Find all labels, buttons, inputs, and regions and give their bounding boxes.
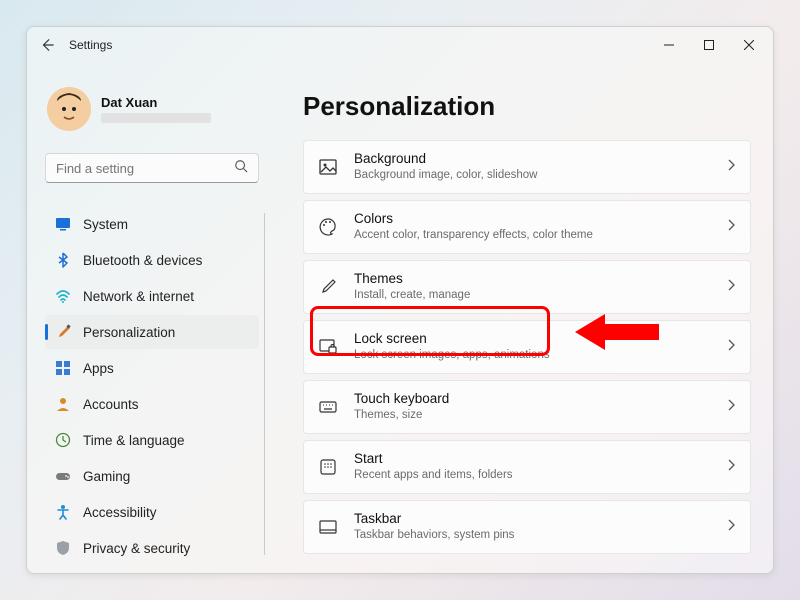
card-touchkeyboard[interactable]: Touch keyboard Themes, size (303, 380, 751, 434)
card-title: Touch keyboard (354, 391, 710, 408)
lockscreen-icon (318, 337, 338, 357)
card-title: Colors (354, 211, 710, 228)
chevron-right-icon (726, 218, 736, 236)
card-subtitle: Lock screen images, apps, animations (354, 348, 710, 362)
sidebar-item-system[interactable]: System (45, 207, 259, 241)
sidebar-item-label: Personalization (83, 325, 175, 340)
sidebar-item-bluetooth[interactable]: Bluetooth & devices (45, 243, 259, 277)
avatar (47, 87, 91, 131)
card-title: Start (354, 451, 710, 468)
sidebar: Dat Xuan System Bluetooth & devi (27, 63, 275, 573)
profile-email-redacted (101, 113, 211, 123)
minimize-button[interactable] (649, 29, 689, 61)
sidebar-item-time[interactable]: Time & language (45, 423, 259, 457)
sidebar-item-label: Privacy & security (83, 541, 190, 556)
search-box[interactable] (45, 153, 259, 183)
clock-globe-icon (55, 432, 71, 448)
card-colors[interactable]: Colors Accent color, transparency effect… (303, 200, 751, 254)
sidebar-item-accounts[interactable]: Accounts (45, 387, 259, 421)
window-title: Settings (69, 38, 112, 52)
card-themes[interactable]: Themes Install, create, manage (303, 260, 751, 314)
close-button[interactable] (729, 29, 769, 61)
accessibility-icon (55, 504, 71, 520)
chevron-right-icon (726, 158, 736, 176)
wifi-icon (55, 288, 71, 304)
card-lockscreen[interactable]: Lock screen Lock screen images, apps, an… (303, 320, 751, 374)
sidebar-item-label: Gaming (83, 469, 130, 484)
settings-window: Settings (26, 26, 774, 574)
sidebar-item-gaming[interactable]: Gaming (45, 459, 259, 493)
sidebar-item-label: Network & internet (83, 289, 194, 304)
start-icon (318, 457, 338, 477)
sidebar-item-label: Time & language (83, 433, 185, 448)
image-icon (318, 157, 338, 177)
person-icon (55, 396, 71, 412)
keyboard-icon (318, 397, 338, 417)
chevron-right-icon (726, 458, 736, 476)
back-button[interactable] (39, 37, 55, 53)
sidebar-item-apps[interactable]: Apps (45, 351, 259, 385)
search-input[interactable] (56, 161, 216, 176)
search-icon (234, 159, 248, 178)
cards-list: Background Background image, color, slid… (303, 140, 751, 554)
profile-block[interactable]: Dat Xuan (45, 81, 259, 135)
card-subtitle: Themes, size (354, 408, 710, 422)
card-title: Themes (354, 271, 710, 288)
maximize-button[interactable] (689, 29, 729, 61)
card-title: Background (354, 151, 710, 168)
card-subtitle: Install, create, manage (354, 288, 710, 302)
paintbrush-icon (55, 324, 71, 340)
sidebar-item-label: Accessibility (83, 505, 157, 520)
taskbar-icon (318, 517, 338, 537)
card-title: Taskbar (354, 511, 710, 528)
brush-icon (318, 277, 338, 297)
chevron-right-icon (726, 338, 736, 356)
sidebar-item-label: System (83, 217, 128, 232)
window-controls (649, 29, 769, 61)
card-title: Lock screen (354, 331, 710, 348)
sidebar-item-network[interactable]: Network & internet (45, 279, 259, 313)
palette-icon (318, 217, 338, 237)
sidebar-item-label: Accounts (83, 397, 139, 412)
card-taskbar[interactable]: Taskbar Taskbar behaviors, system pins (303, 500, 751, 554)
sidebar-divider (264, 213, 265, 555)
shield-icon (55, 540, 71, 556)
gamepad-icon (55, 468, 71, 484)
main-panel: Personalization Background Background im… (275, 63, 773, 573)
card-background[interactable]: Background Background image, color, slid… (303, 140, 751, 194)
system-icon (55, 216, 71, 232)
sidebar-item-privacy[interactable]: Privacy & security (45, 531, 259, 565)
sidebar-item-personalization[interactable]: Personalization (45, 315, 259, 349)
sidebar-item-accessibility[interactable]: Accessibility (45, 495, 259, 529)
nav-list: System Bluetooth & devices Network & int… (45, 207, 259, 565)
card-subtitle: Background image, color, slideshow (354, 168, 710, 182)
apps-icon (55, 360, 71, 376)
chevron-right-icon (726, 278, 736, 296)
card-subtitle: Accent color, transparency effects, colo… (354, 228, 710, 242)
titlebar: Settings (27, 27, 773, 63)
page-heading: Personalization (303, 91, 751, 122)
card-start[interactable]: Start Recent apps and items, folders (303, 440, 751, 494)
chevron-right-icon (726, 518, 736, 536)
profile-name: Dat Xuan (101, 95, 211, 111)
card-subtitle: Taskbar behaviors, system pins (354, 528, 710, 542)
sidebar-item-label: Bluetooth & devices (83, 253, 202, 268)
bluetooth-icon (55, 252, 71, 268)
chevron-right-icon (726, 398, 736, 416)
card-subtitle: Recent apps and items, folders (354, 468, 710, 482)
sidebar-item-label: Apps (83, 361, 114, 376)
